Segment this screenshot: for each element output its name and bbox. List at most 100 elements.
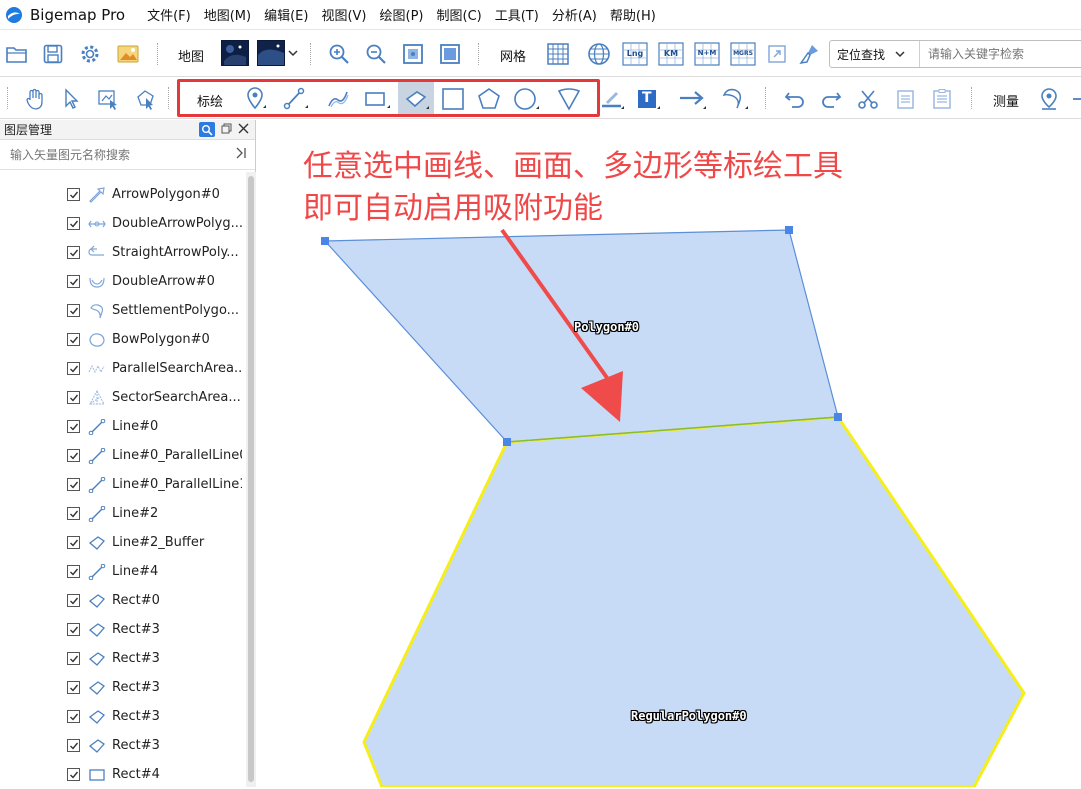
select-arrow-icon[interactable] (58, 86, 84, 112)
edit-shape-select-icon[interactable] (132, 86, 160, 112)
copy-icon[interactable] (891, 85, 919, 113)
layer-visibility-checkbox[interactable] (67, 768, 80, 781)
arrow-tool-icon[interactable] (675, 85, 709, 113)
search-mode-select[interactable]: 定位查找 (830, 41, 920, 67)
layer-row[interactable]: Rect#3 (0, 731, 246, 760)
layer-row[interactable]: ParallelSearchArea... (0, 354, 246, 383)
layer-visibility-checkbox[interactable] (67, 304, 80, 317)
layer-visibility-checkbox[interactable] (67, 739, 80, 752)
menu-cartography[interactable]: 制图(C) (431, 5, 488, 24)
zoom-in-icon[interactable] (326, 41, 352, 67)
paste-icon[interactable] (928, 85, 956, 113)
toolbar-handle (7, 87, 9, 109)
image-icon[interactable] (115, 41, 141, 67)
layer-label: Line#2_Buffer (112, 535, 205, 550)
layer-visibility-checkbox[interactable] (67, 507, 80, 520)
layer-visibility-checkbox[interactable] (67, 478, 80, 491)
layer-visibility-checkbox[interactable] (67, 391, 80, 404)
km-grid-button[interactable]: KM (656, 40, 686, 68)
layer-row[interactable]: Line#2 (0, 499, 246, 528)
globe-grid-icon[interactable] (585, 40, 613, 68)
layer-row[interactable]: Rect#0 (0, 586, 246, 615)
map-source-thumbnail-icon[interactable] (221, 40, 249, 66)
layer-row[interactable]: Line#2_Buffer (0, 528, 246, 557)
menu-edit[interactable]: 编辑(E) (258, 5, 314, 24)
layer-visibility-checkbox[interactable] (67, 565, 80, 578)
menu-tools[interactable]: 工具(T) (489, 5, 545, 24)
layer-row[interactable]: Rect#3 (0, 673, 246, 702)
fit-view-icon[interactable] (437, 41, 463, 67)
layer-visibility-checkbox[interactable] (67, 623, 80, 636)
grid-icon[interactable] (543, 40, 573, 68)
layer-visibility-checkbox[interactable] (67, 188, 80, 201)
scrollbar-thumb[interactable] (248, 176, 254, 782)
layer-row[interactable]: BowPolygon#0 (0, 325, 246, 354)
layer-row[interactable]: SectorSearchArea... (0, 383, 246, 412)
layer-row[interactable]: Rect#3 (0, 615, 246, 644)
measure-distance-icon[interactable] (1070, 90, 1081, 108)
ruler-tool-icon[interactable] (597, 85, 627, 113)
layer-row[interactable]: Line#4 (0, 557, 246, 586)
rectangle-icon (88, 766, 106, 784)
layer-visibility-checkbox[interactable] (67, 536, 80, 549)
menu-view[interactable]: 视图(V) (315, 5, 372, 24)
nm-grid-button[interactable]: N+M (692, 40, 722, 68)
chevron-down-icon[interactable] (286, 45, 300, 61)
layer-visibility-checkbox[interactable] (67, 681, 80, 694)
menu-help[interactable]: 帮助(H) (604, 5, 662, 24)
curve-arrow-tool-icon[interactable] (719, 85, 751, 113)
clear-brush-icon[interactable] (796, 41, 822, 67)
layer-visibility-checkbox[interactable] (67, 449, 80, 462)
layer-visibility-checkbox[interactable] (67, 652, 80, 665)
text-tool-icon[interactable]: T (633, 85, 663, 113)
open-folder-icon[interactable] (4, 41, 30, 67)
layer-visibility-checkbox[interactable] (67, 246, 80, 259)
box-select-icon[interactable] (94, 86, 122, 112)
layer-search-input[interactable] (10, 147, 230, 162)
layer-row[interactable]: SettlementPolygo... (0, 296, 246, 325)
layer-visibility-checkbox[interactable] (67, 217, 80, 230)
map-layer-thumbnail-icon[interactable] (257, 40, 285, 66)
layer-visibility-checkbox[interactable] (67, 420, 80, 433)
toolbar-separator (168, 87, 170, 109)
full-extent-icon[interactable] (400, 41, 426, 67)
bow-polygon-icon (88, 331, 106, 349)
zoom-out-icon[interactable] (363, 41, 389, 67)
menu-draw[interactable]: 绘图(P) (374, 5, 430, 24)
layer-row[interactable]: Line#0 (0, 412, 246, 441)
layer-row[interactable]: Rect#4 (0, 760, 246, 789)
layer-row[interactable]: Rect#3 (0, 702, 246, 731)
save-icon[interactable] (40, 41, 66, 67)
layer-row[interactable]: DoubleArrow#0 (0, 267, 246, 296)
cut-scissors-icon[interactable] (854, 85, 882, 113)
layer-label: Line#2 (112, 506, 159, 521)
layer-list-scrollbar[interactable] (246, 172, 256, 787)
menu-analysis[interactable]: 分析(A) (546, 5, 603, 24)
export-grid-icon[interactable] (764, 41, 790, 67)
mgrs-grid-button[interactable]: MGRS (728, 40, 758, 68)
layer-visibility-checkbox[interactable] (67, 594, 80, 607)
search-icon[interactable] (199, 122, 215, 137)
undo-icon[interactable] (781, 85, 809, 113)
layer-visibility-checkbox[interactable] (67, 362, 80, 375)
layer-row[interactable]: StraightArrowPoly... (0, 238, 246, 267)
close-icon[interactable] (238, 123, 249, 137)
menu-map[interactable]: 地图(M) (198, 5, 257, 24)
layer-visibility-checkbox[interactable] (67, 333, 80, 346)
redo-icon[interactable] (817, 85, 845, 113)
layer-visibility-checkbox[interactable] (67, 275, 80, 288)
restore-window-icon[interactable] (221, 123, 232, 137)
collapse-panel-icon[interactable] (235, 147, 247, 163)
layer-row[interactable]: Line#0_ParallelLine0 (0, 441, 246, 470)
layer-row[interactable]: DoubleArrowPolyg... (0, 209, 246, 238)
menu-file[interactable]: 文件(F) (141, 5, 197, 24)
layer-row[interactable]: Line#0_ParallelLine1 (0, 470, 246, 499)
layer-row[interactable]: Rect#3 (0, 644, 246, 673)
pan-hand-icon[interactable] (22, 86, 48, 112)
measure-point-icon[interactable] (1035, 85, 1063, 113)
layer-row[interactable]: ArrowPolygon#0 (0, 180, 246, 209)
settings-gear-icon[interactable] (77, 41, 103, 67)
keyword-search-input[interactable] (920, 47, 1081, 61)
latlng-grid-button[interactable]: Lng (620, 40, 650, 68)
layer-visibility-checkbox[interactable] (67, 710, 80, 723)
